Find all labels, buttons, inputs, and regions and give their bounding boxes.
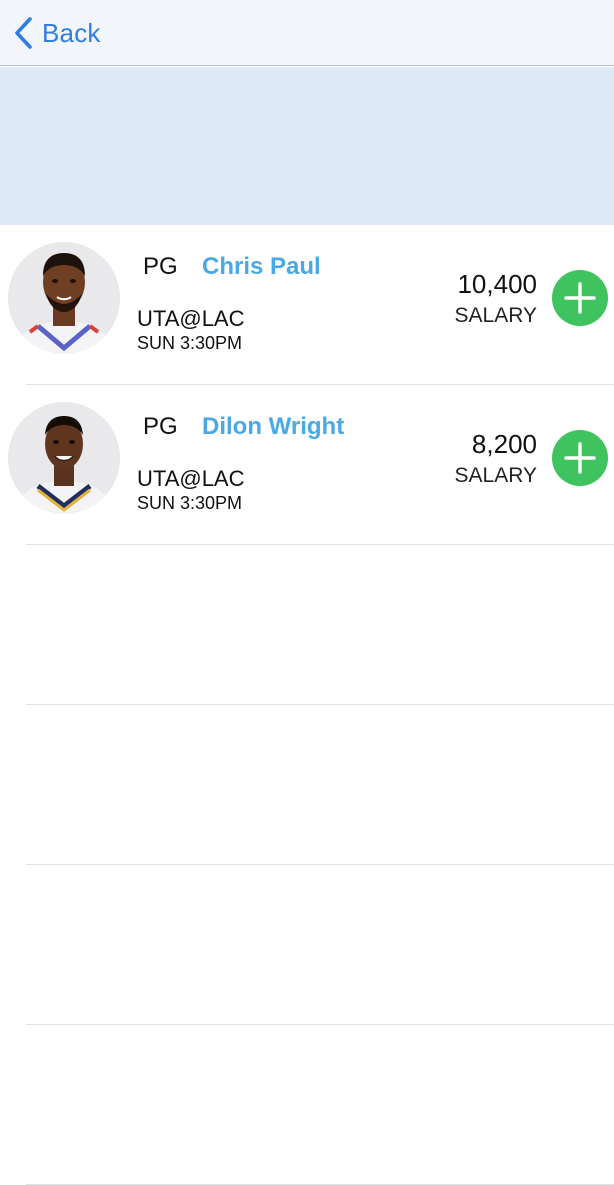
player-matchup: UTA@LAC — [137, 466, 245, 491]
empty-row — [0, 1025, 614, 1185]
player-name[interactable]: Chris Paul — [202, 253, 321, 281]
header-banner — [0, 67, 614, 225]
add-player-button[interactable] — [552, 270, 608, 326]
salary-value: 10,400 — [457, 269, 537, 299]
salary-label: SALARY — [454, 464, 538, 487]
player-row[interactable]: PG Dilon Wright UTA@LAC SUN 3:30PM 8,200… — [0, 385, 614, 545]
game-time: SUN 3:30PM — [137, 333, 243, 353]
player-matchup: UTA@LAC — [137, 306, 245, 331]
add-player-button[interactable] — [552, 430, 608, 486]
navigation-bar: Back — [0, 0, 614, 66]
salary-label: SALARY — [454, 304, 538, 327]
empty-row — [0, 865, 614, 1025]
player-row[interactable]: PG Chris Paul UTA@LAC SUN 3:30PM 10,400 … — [0, 225, 614, 385]
player-position: PG — [143, 413, 178, 440]
player-avatar — [8, 402, 120, 514]
empty-row — [0, 705, 614, 865]
salary-value: 8,200 — [471, 429, 537, 459]
chevron-left-icon — [12, 16, 34, 50]
player-position: PG — [143, 253, 178, 280]
player-avatar — [8, 242, 120, 354]
empty-row — [0, 545, 614, 705]
plus-icon — [552, 430, 608, 486]
game-time: SUN 3:30PM — [137, 493, 243, 513]
plus-icon — [552, 270, 608, 326]
back-label: Back — [42, 17, 101, 48]
back-button[interactable]: Back — [12, 14, 101, 52]
player-name[interactable]: Dilon Wright — [202, 413, 344, 441]
player-list: PG Chris Paul UTA@LAC SUN 3:30PM 10,400 … — [0, 225, 614, 1185]
